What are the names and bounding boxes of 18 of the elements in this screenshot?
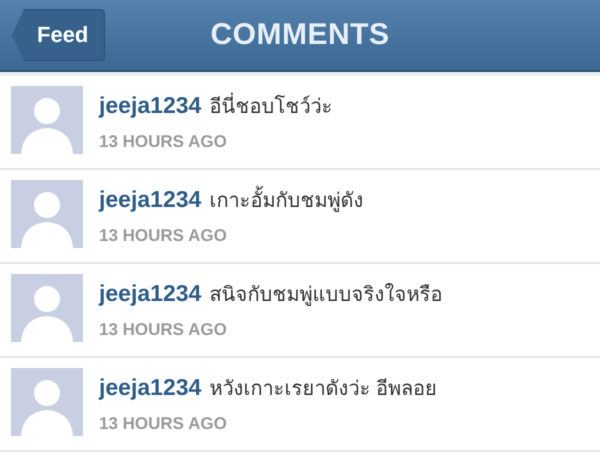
avatar-icon[interactable] [11,368,83,436]
username-link[interactable]: jeeja1234 [99,186,202,213]
back-button[interactable]: Feed [12,9,106,61]
avatar-icon[interactable] [11,86,83,154]
avatar-icon[interactable] [11,180,83,248]
timestamp: 13 HOURS AGO [99,320,228,340]
comment-text: สนิจกับชมพู่แบบจริงใจหรือ [209,282,442,308]
comment-text: เกาะอั้มกับชมพู่ดัง [209,184,364,216]
username-link[interactable]: jeeja1234 [99,374,202,401]
comment-text: หวังเกาะเรยาดังว่ะ อีพลอย [209,377,437,402]
timestamp: 13 HOURS AGO [99,226,228,246]
timestamp: 13 HOURS AGO [99,132,228,152]
screen-title: COMMENTS [210,18,390,52]
comment-text: อีนี่ชอบโชว์ว่ะ [209,90,332,122]
username-link[interactable]: jeeja1234 [99,92,202,119]
username-link[interactable]: jeeja1234 [99,280,202,307]
avatar-icon[interactable] [11,274,83,342]
timestamp: 13 HOURS AGO [99,414,228,434]
